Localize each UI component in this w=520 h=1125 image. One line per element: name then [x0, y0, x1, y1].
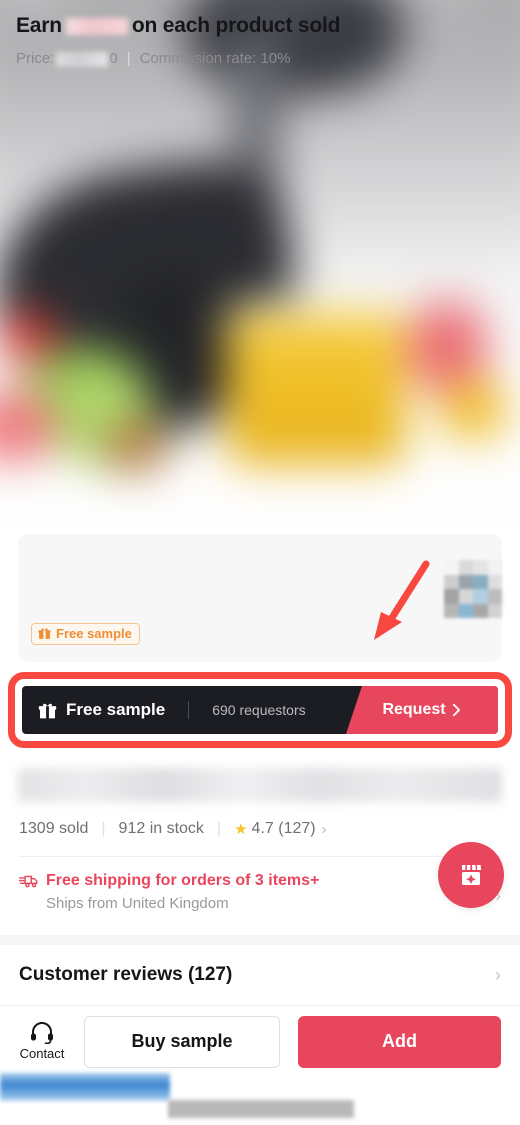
product-detail-screen: Earn on each product sold Price: 0 | Commiss…	[0, 0, 520, 1125]
shipping-headline-row: Free shipping for orders of 3 items+	[19, 872, 319, 890]
annotation-arrow-icon	[374, 560, 430, 640]
free-sample-tag-label: Free sample	[56, 626, 132, 641]
shipping-headline: Free shipping for orders of 3 items+	[46, 872, 320, 889]
gift-icon	[38, 628, 51, 639]
reviews-chevron-icon[interactable]: ›	[495, 965, 501, 986]
chevron-right-icon	[452, 703, 460, 717]
contact-label: Contact	[19, 1046, 65, 1061]
product-title-redacted	[18, 768, 502, 802]
units-sold: 1309 sold	[19, 820, 89, 837]
add-button[interactable]: Add	[298, 1015, 501, 1068]
rating-value[interactable]: 4.7 (127)	[252, 820, 316, 838]
gift-icon	[38, 703, 57, 718]
contact-button[interactable]: Contact	[0, 1022, 84, 1061]
banner-divider	[188, 701, 190, 719]
free-sample-tag: Free sample	[31, 623, 140, 645]
commission-rate: Commission rate: 10%	[139, 50, 291, 67]
star-icon: ★	[234, 821, 248, 838]
rating-chevron-icon[interactable]: ›	[322, 821, 327, 838]
request-button-label: Request	[382, 701, 446, 718]
os-bar-blurred-grey	[168, 1100, 354, 1118]
os-bar-blurred-blue	[0, 1073, 170, 1101]
shop-storefront-sparkle-icon	[462, 865, 482, 885]
price-label: Price:	[16, 50, 55, 67]
earn-suffix: on each product sold	[131, 14, 341, 37]
customer-reviews-row[interactable]: Customer reviews (127) ›	[0, 945, 520, 1005]
earn-headline: Earn on each product sold	[16, 14, 340, 38]
headset-icon	[31, 1022, 53, 1044]
earn-amount-redacted	[65, 17, 128, 35]
shop-floating-button[interactable]	[438, 842, 504, 908]
stats-separator-2: |	[216, 820, 222, 837]
free-sample-banner-left: Free sample 690 requestors	[22, 700, 306, 720]
hero-blurred-photo	[0, 0, 520, 525]
stock-count: 912 in stock	[118, 820, 204, 837]
delivery-truck-icon	[19, 875, 38, 888]
shipping-origin: Ships from United Kingdom	[46, 895, 229, 912]
buy-sample-label: Buy sample	[131, 1031, 233, 1051]
redacted-badge-mosaic	[444, 560, 502, 618]
free-sample-banner[interactable]: Free sample 690 requestors Request	[22, 686, 498, 734]
request-sample-button[interactable]: Request	[346, 686, 498, 734]
price-trailing-digit: 0	[109, 50, 118, 67]
requestors-count: 690 requestors	[212, 702, 306, 718]
section-gap	[0, 935, 520, 945]
stats-separator-1: |	[101, 820, 106, 837]
price-separator: |	[126, 50, 131, 67]
add-button-label: Add	[382, 1031, 417, 1051]
earn-prefix: Earn	[16, 14, 62, 37]
product-hero-image[interactable]	[0, 0, 520, 525]
customer-reviews-title: Customer reviews (127)	[19, 964, 233, 985]
shipping-info-row[interactable]: Free shipping for orders of 3 items+ Shi…	[19, 872, 319, 912]
price-and-commission-line: Price: 0 | Commission rate: 10%	[16, 50, 290, 67]
product-stats-row: 1309 sold | 912 in stock | ★ 4.7 (127) ›	[19, 820, 327, 838]
buy-sample-button[interactable]: Buy sample	[84, 1015, 280, 1068]
free-sample-banner-label: Free sample	[66, 700, 166, 719]
price-value-redacted	[56, 51, 109, 67]
bottom-action-bar: Contact Buy sample Add	[0, 1005, 520, 1077]
divider-above-shipping	[19, 856, 501, 857]
